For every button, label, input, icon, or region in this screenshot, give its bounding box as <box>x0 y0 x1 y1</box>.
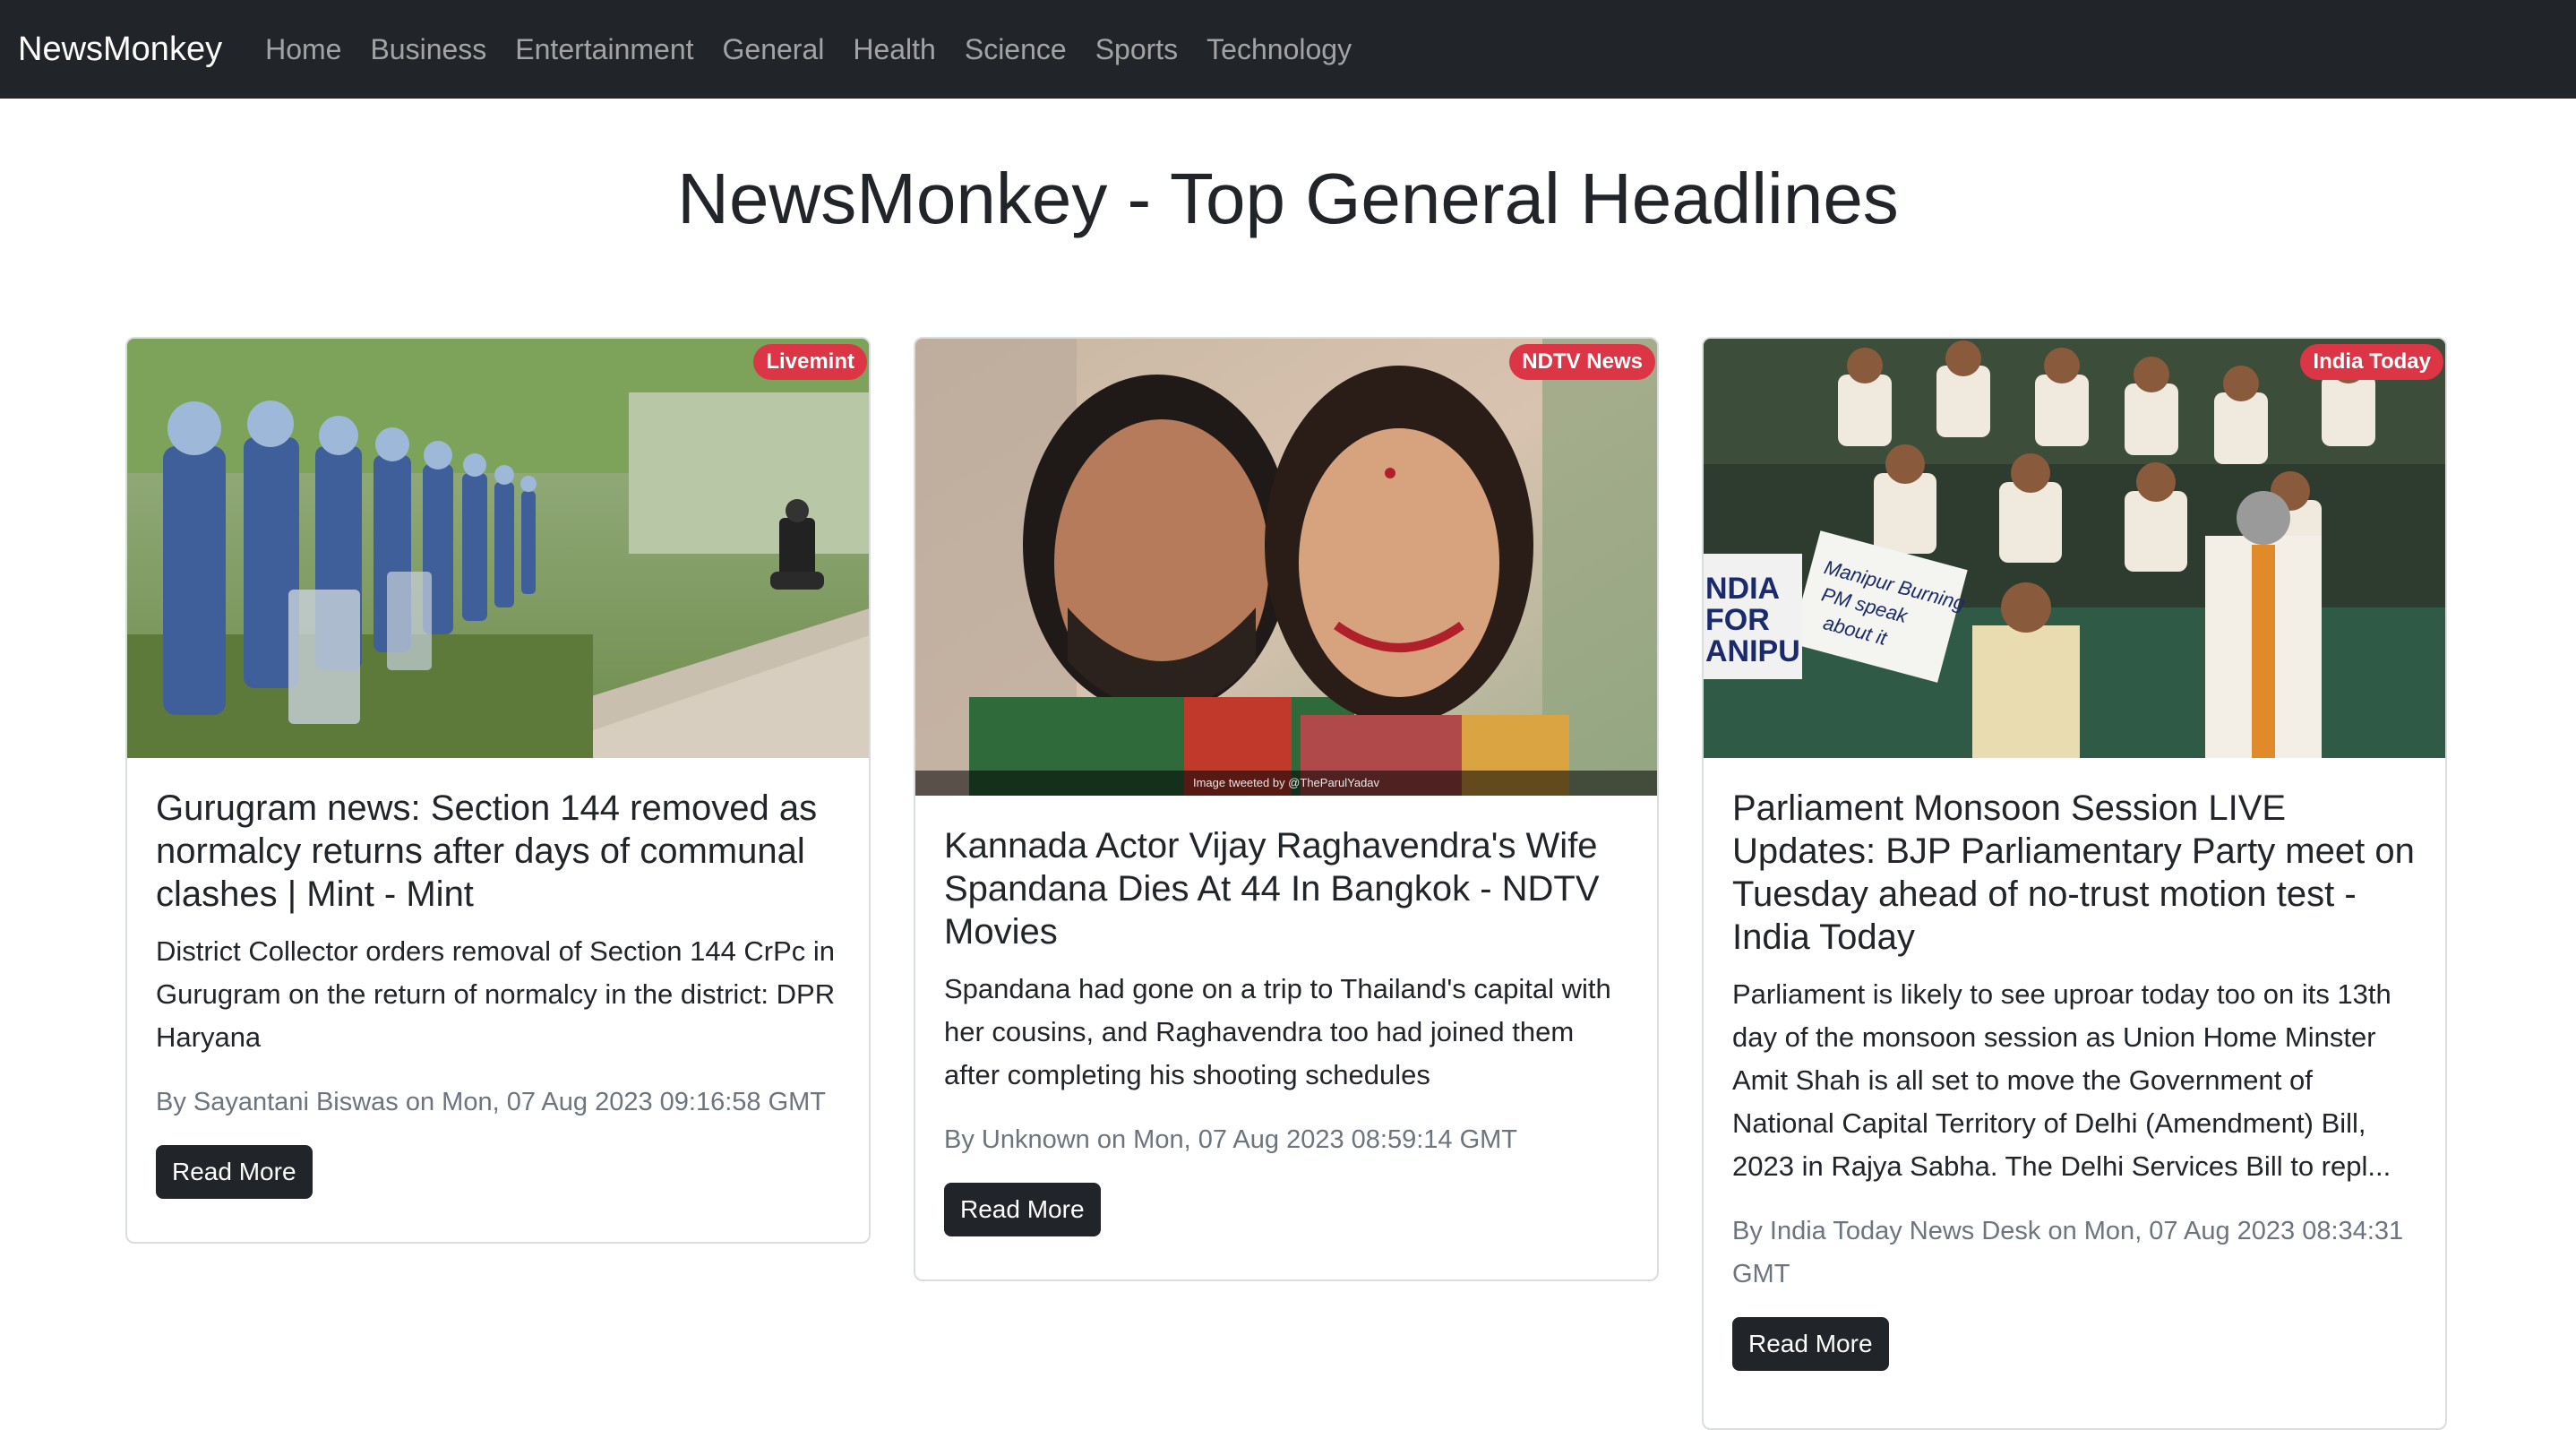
nav-link-general[interactable]: General <box>708 33 839 66</box>
card-body: Kannada Actor Vijay Raghavendra's Wife S… <box>915 796 1657 1265</box>
article-title: Kannada Actor Vijay Raghavendra's Wife S… <box>944 826 1600 952</box>
card-body: Parliament Monsoon Session LIVE Updates:… <box>1704 758 2445 1400</box>
brand-link[interactable]: NewsMonkey <box>18 30 222 69</box>
article-description: Spandana had gone on a trip to Thailand'… <box>944 973 1611 1090</box>
article-image: Livemint <box>127 339 869 758</box>
source-badge: Livemint <box>753 344 867 380</box>
article-image: Manipur Burning PM speak about it NDIA F… <box>1704 339 2445 758</box>
riot-police-photo <box>127 339 869 758</box>
article-meta: By India Today News Desk on Mon, 07 Aug … <box>1732 1217 2404 1288</box>
nav-links: Home Business Entertainment General Heal… <box>251 33 1366 66</box>
svg-text:NDIA: NDIA <box>1705 572 1780 606</box>
nav-link-sports[interactable]: Sports <box>1081 33 1192 66</box>
news-card: Livemint Gurugram news: Section 144 remo… <box>125 337 871 1244</box>
parliament-session-photo: Manipur Burning PM speak about it NDIA F… <box>1704 339 2445 758</box>
article-description: District Collector orders removal of Sec… <box>156 935 836 1053</box>
nav-link-business[interactable]: Business <box>356 33 501 66</box>
nav-link-technology[interactable]: Technology <box>1192 33 1366 66</box>
source-badge: India Today <box>2300 344 2443 380</box>
nav-link-entertainment[interactable]: Entertainment <box>501 33 708 66</box>
nav-link-health[interactable]: Health <box>838 33 950 66</box>
article-title: Gurugram news: Section 144 removed as no… <box>156 788 818 914</box>
couple-portrait-photo <box>915 339 1657 796</box>
read-more-button[interactable]: Read More <box>156 1145 313 1199</box>
top-navbar: NewsMonkey Home Business Entertainment G… <box>0 0 2576 99</box>
news-card: Image tweeted by @TheParulYadav NDTV New… <box>914 337 1659 1281</box>
read-more-button[interactable]: Read More <box>944 1183 1101 1236</box>
page-title: NewsMonkey - Top General Headlines <box>677 159 1899 238</box>
nav-link-home[interactable]: Home <box>251 33 356 66</box>
nav-link-science[interactable]: Science <box>950 33 1081 66</box>
news-card: Manipur Burning PM speak about it NDIA F… <box>1702 337 2447 1430</box>
read-more-button[interactable]: Read More <box>1732 1317 1889 1371</box>
article-title: Parliament Monsoon Session LIVE Updates:… <box>1732 788 2415 957</box>
svg-text:ANIPU: ANIPU <box>1705 634 1800 668</box>
article-description: Parliament is likely to see uproar today… <box>1732 978 2391 1182</box>
card-body: Gurugram news: Section 144 removed as no… <box>127 758 869 1228</box>
source-badge: NDTV News <box>1509 344 1655 380</box>
article-image: Image tweeted by @TheParulYadav NDTV New… <box>915 339 1657 796</box>
article-meta: By Unknown on Mon, 07 Aug 2023 08:59:14 … <box>944 1125 1518 1154</box>
article-meta: By Sayantani Biswas on Mon, 07 Aug 2023 … <box>156 1088 827 1116</box>
image-caption: Image tweeted by @TheParulYadav <box>915 771 1657 796</box>
svg-text:FOR: FOR <box>1705 603 1770 637</box>
